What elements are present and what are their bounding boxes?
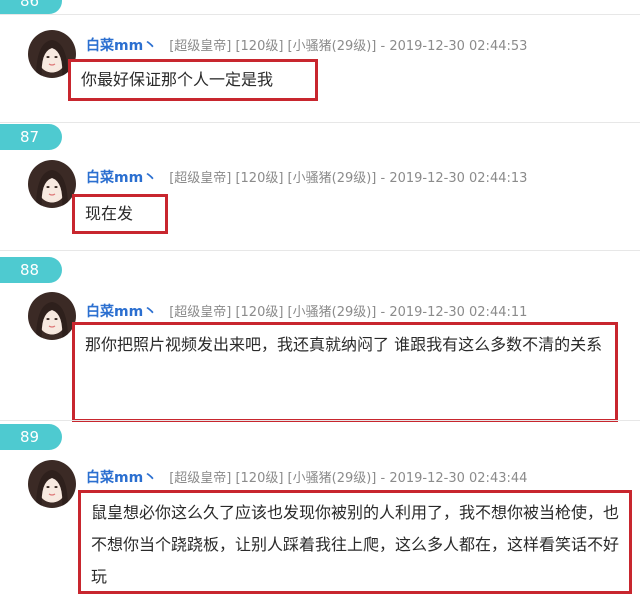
floor-divider xyxy=(0,14,640,15)
post-content: 鼠皇想必你这么久了应该也发现你被别的人利用了，我不想你被当枪使，也不想你当个跷跷… xyxy=(78,490,632,594)
post-text: 那你把照片视频发出来吧，我还真就纳闷了 谁跟我有这么多数不清的关系 xyxy=(85,335,603,354)
avatar[interactable] xyxy=(28,460,76,508)
post-meta: 白菜mm丶 [超级皇帝] [120级] [小骚猪(29级)] - 2019-12-… xyxy=(86,168,527,188)
post-meta: 白菜mm丶 [超级皇帝] [120级] [小骚猪(29级)] - 2019-12-… xyxy=(86,468,527,488)
post-content: 那你把照片视频发出来吧，我还真就纳闷了 谁跟我有这么多数不清的关系 xyxy=(72,322,618,422)
user-rank-and-time: [超级皇帝] [120级] [小骚猪(29级)] - 2019-12-30 02… xyxy=(169,471,528,486)
user-rank-and-time: [超级皇帝] [120级] [小骚猪(29级)] - 2019-12-30 02… xyxy=(169,305,528,320)
floor-divider xyxy=(0,122,640,123)
floor-tag: 87 xyxy=(0,124,62,150)
floor-tag: 86 xyxy=(0,0,62,14)
username-link[interactable]: 白菜mm丶 xyxy=(86,170,157,186)
avatar[interactable] xyxy=(28,292,76,340)
post-text: 鼠皇想必你这么久了应该也发现你被别的人利用了，我不想你被当枪使，也不想你当个跷跷… xyxy=(91,503,620,586)
floor-tag: 88 xyxy=(0,257,62,283)
post-meta: 白菜mm丶 [超级皇帝] [120级] [小骚猪(29级)] - 2019-12-… xyxy=(86,36,527,56)
post-text: 你最好保证那个人一定是我 xyxy=(81,70,274,89)
avatar-image-icon xyxy=(36,470,68,508)
post-content: 你最好保证那个人一定是我 xyxy=(68,59,318,101)
avatar-image-icon xyxy=(36,170,68,208)
avatar[interactable] xyxy=(28,160,76,208)
floor-tag: 89 xyxy=(0,424,62,450)
post-text: 现在发 xyxy=(85,204,134,223)
post-meta: 白菜mm丶 [超级皇帝] [120级] [小骚猪(29级)] - 2019-12-… xyxy=(86,302,527,322)
floor-divider xyxy=(0,250,640,251)
user-rank-and-time: [超级皇帝] [120级] [小骚猪(29级)] - 2019-12-30 02… xyxy=(169,39,528,54)
username-link[interactable]: 白菜mm丶 xyxy=(86,304,157,320)
user-rank-and-time: [超级皇帝] [120级] [小骚猪(29级)] - 2019-12-30 02… xyxy=(169,171,528,186)
post-content: 现在发 xyxy=(72,194,168,234)
avatar-image-icon xyxy=(36,302,68,340)
username-link[interactable]: 白菜mm丶 xyxy=(86,38,157,54)
username-link[interactable]: 白菜mm丶 xyxy=(86,470,157,486)
floor-divider xyxy=(0,420,640,421)
